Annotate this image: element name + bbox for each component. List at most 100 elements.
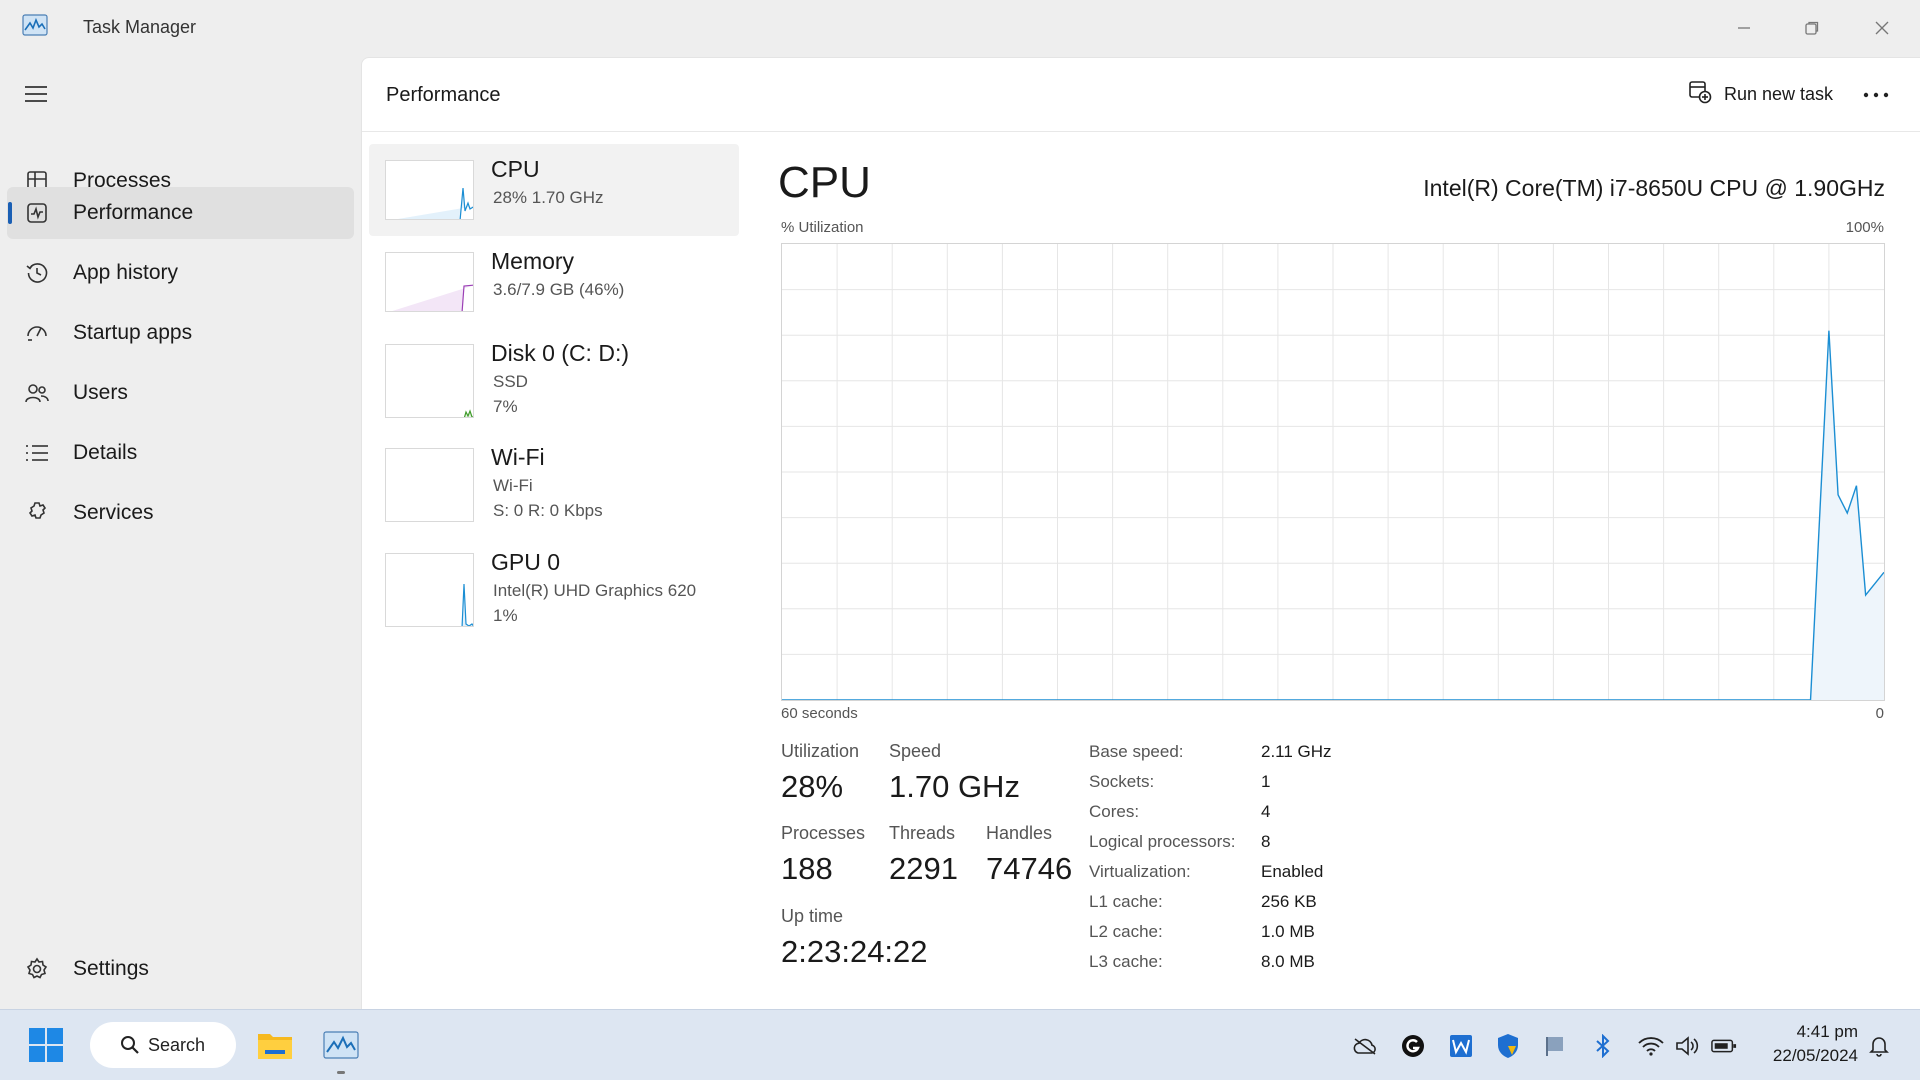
y-max-label: 100% (1845, 219, 1884, 236)
device-thumbnail (385, 448, 474, 522)
spec-value: Enabled (1261, 862, 1324, 881)
processes-value: 188 (781, 851, 833, 886)
device-detail: SSD (493, 372, 528, 391)
handles-value: 74746 (986, 851, 1073, 886)
device-item-gpu[interactable]: GPU 0 Intel(R) UHD Graphics 620 1% (369, 537, 739, 629)
users-icon (24, 380, 50, 406)
flag-icon[interactable] (1542, 1033, 1568, 1059)
task-manager-taskbar-icon[interactable] (320, 1024, 362, 1066)
sidebar-item-label: Details (73, 441, 138, 464)
spec-label: Logical processors: (1089, 832, 1236, 851)
sidebar-item-label: Performance (73, 201, 194, 224)
sidebar-item-app-history[interactable]: App history (7, 247, 354, 299)
search-label: Search (148, 1034, 206, 1055)
word-icon[interactable] (1448, 1033, 1474, 1059)
sidebar-item-settings[interactable]: Settings (7, 943, 354, 995)
uptime-label: Up time (781, 906, 844, 926)
performance-icon (24, 200, 50, 226)
device-thumbnail (385, 344, 474, 418)
spec-label: Virtualization: (1089, 862, 1191, 881)
device-name: Disk 0 (C: D:) (491, 340, 629, 366)
taskbar-search[interactable]: Search (90, 1022, 236, 1068)
defender-icon[interactable] (1495, 1033, 1521, 1059)
spec-value: 1.0 MB (1261, 922, 1315, 941)
device-item-cpu[interactable]: CPU 28% 1.70 GHz (369, 144, 739, 236)
spec-label: L1 cache: (1089, 892, 1163, 911)
gear-icon (24, 956, 50, 982)
sidebar-item-startup-apps[interactable]: Startup apps (7, 307, 354, 359)
device-thumbnail (385, 252, 474, 312)
speed-label: Speed (889, 741, 942, 761)
device-item-wifi[interactable]: Wi-Fi Wi-Fi S: 0 R: 0 Kbps (369, 432, 739, 524)
active-indicator (8, 202, 12, 224)
sidebar-item-services[interactable]: Services (7, 487, 354, 539)
spec-label: L2 cache: (1089, 922, 1163, 941)
device-thumbnail (385, 553, 474, 627)
restore-button[interactable] (1782, 8, 1842, 48)
settings-label: Settings (73, 957, 149, 980)
cpu-model: Intel(R) Core(TM) i7-8650U CPU @ 1.90GHz (1423, 175, 1885, 201)
bluetooth-icon[interactable] (1590, 1033, 1616, 1059)
device-name: Memory (491, 248, 575, 274)
x-axis-left-label: 60 seconds (781, 705, 858, 722)
more-options-icon[interactable] (1856, 78, 1896, 112)
spec-label: L3 cache: (1089, 952, 1163, 971)
speed-value: 1.70 GHz (889, 769, 1020, 804)
window-title: Task Manager (83, 17, 197, 37)
clock-date: 22/05/2024 (1772, 1046, 1858, 1065)
search-icon (121, 1036, 139, 1054)
spec-value: 8.0 MB (1261, 952, 1315, 971)
spec-value: 8 (1261, 832, 1271, 851)
windows-start-icon[interactable] (28, 1027, 64, 1063)
utilization-label: Utilization (781, 741, 860, 761)
spec-value: 2.11 GHz (1261, 742, 1332, 761)
device-detail: 7% (493, 397, 518, 416)
sidebar-item-label: App history (73, 261, 179, 284)
spec-label: Base speed: (1089, 742, 1184, 761)
device-name: CPU (491, 156, 540, 182)
device-detail: Wi-Fi (493, 476, 533, 495)
sidebar-item-label: Services (73, 501, 154, 524)
device-name: GPU 0 (491, 549, 561, 575)
sidebar-item-performance[interactable]: Performance (7, 187, 354, 239)
notification-icon[interactable] (1866, 1033, 1892, 1059)
spec-value: 256 KB (1261, 892, 1317, 911)
main-panel: Performance Run new task CPU 28% 1.70 GH… (361, 57, 1920, 1009)
threads-value: 2291 (889, 851, 958, 886)
wifi-icon[interactable] (1638, 1033, 1664, 1059)
sidebar-item-users[interactable]: Users (7, 367, 354, 419)
device-item-memory[interactable]: Memory 3.6/7.9 GB (46%) (369, 236, 739, 328)
device-detail: 28% 1.70 GHz (493, 188, 604, 207)
device-item-disk[interactable]: Disk 0 (C: D:) SSD 7% (369, 328, 739, 420)
volume-icon[interactable] (1675, 1033, 1701, 1059)
device-thumbnail (385, 160, 474, 220)
utilization-value: 28% (781, 769, 844, 804)
run-new-task-button[interactable]: Run new task (1676, 72, 1845, 116)
device-detail: 3.6/7.9 GB (46%) (493, 280, 625, 299)
x-axis-right-label: 0 (1875, 705, 1884, 722)
spec-value: 4 (1261, 802, 1271, 821)
device-detail: Intel(R) UHD Graphics 620 (493, 581, 697, 600)
hamburger-menu-icon[interactable] (24, 85, 48, 103)
taskbar: Search 4:41 pm 22/05/2024 (0, 1009, 1920, 1080)
title-bar: Task Manager (0, 0, 1920, 57)
clock-time: 4:41 pm (1796, 1022, 1858, 1041)
minimize-button[interactable] (1714, 8, 1774, 48)
run-new-task-label: Run new task (1724, 83, 1834, 104)
task-manager-icon (22, 14, 48, 36)
battery-icon[interactable] (1711, 1033, 1737, 1059)
onedrive-icon[interactable] (1352, 1033, 1378, 1059)
threads-label: Threads (889, 823, 956, 843)
y-axis-label: % Utilization (781, 219, 864, 236)
processes-label: Processes (781, 823, 866, 843)
close-button[interactable] (1852, 8, 1912, 48)
page-title: Performance (386, 84, 501, 106)
history-icon (24, 260, 50, 286)
sidebar-item-label: Startup apps (73, 321, 193, 344)
sidebar-item-label: Users (73, 381, 128, 404)
sidebar-item-details[interactable]: Details (7, 427, 354, 479)
detail-title: CPU (778, 158, 871, 207)
grammarly-icon[interactable] (1400, 1033, 1426, 1059)
taskbar-clock[interactable]: 4:41 pm 22/05/2024 (1754, 1020, 1858, 1068)
file-explorer-icon[interactable] (254, 1024, 296, 1066)
